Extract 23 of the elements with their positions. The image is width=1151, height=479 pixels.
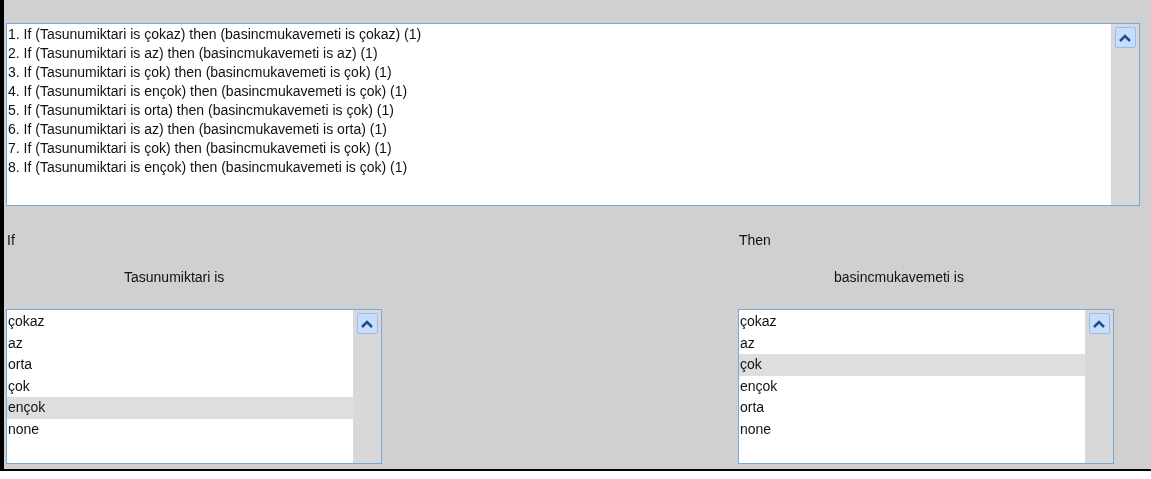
list-item[interactable]: çok <box>739 354 1085 376</box>
scrollbar[interactable] <box>353 310 381 463</box>
section-label: If <box>6 231 15 250</box>
rule-item[interactable]: 5. If (Tasunumiktari is orta) then (basincmukavemeti is çok) (1) <box>8 101 1111 120</box>
variable-label: basincmukavemeti is <box>834 268 964 287</box>
scroll-up-icon[interactable] <box>1088 313 1110 334</box>
variable-label: Tasunumiktari is <box>124 268 225 287</box>
scrollbar[interactable] <box>1111 24 1139 205</box>
list-item[interactable]: ençok <box>7 397 353 419</box>
membership-list[interactable]: çokaz az orta çok ençok none <box>6 309 382 464</box>
rule-item[interactable]: 7. If (Tasunumiktari is çok) then (basincmukavemeti is çok) (1) <box>8 139 1111 158</box>
rule-item[interactable]: 8. If (Tasunumiktari is ençok) then (basincmukavemeti is çok) (1) <box>8 158 1111 177</box>
rule-item[interactable]: 3. If (Tasunumiktari is çok) then (basincmukavemeti is çok) (1) <box>8 63 1111 82</box>
section-label: Then <box>738 231 771 250</box>
rule-item[interactable]: 1. If (Tasunumiktari is çokaz) then (basincmukavemeti is çokaz) (1) <box>8 25 1111 44</box>
rule-item[interactable]: 4. If (Tasunumiktari is ençok) then (basincmukavemeti is çok) (1) <box>8 82 1111 101</box>
membership-list[interactable]: çokaz az çok ençok orta none <box>738 309 1114 464</box>
rule-item[interactable]: 2. If (Tasunumiktari is az) then (basincmukavemeti is az) (1) <box>8 44 1111 63</box>
scroll-up-icon[interactable] <box>356 313 378 334</box>
rule-list[interactable] <box>6 23 1140 206</box>
rule-item[interactable]: 6. If (Tasunumiktari is az) then (basincmukavemeti is orta) (1) <box>8 120 1111 139</box>
scrollbar[interactable] <box>1085 310 1113 463</box>
scroll-up-icon[interactable] <box>1114 27 1136 48</box>
